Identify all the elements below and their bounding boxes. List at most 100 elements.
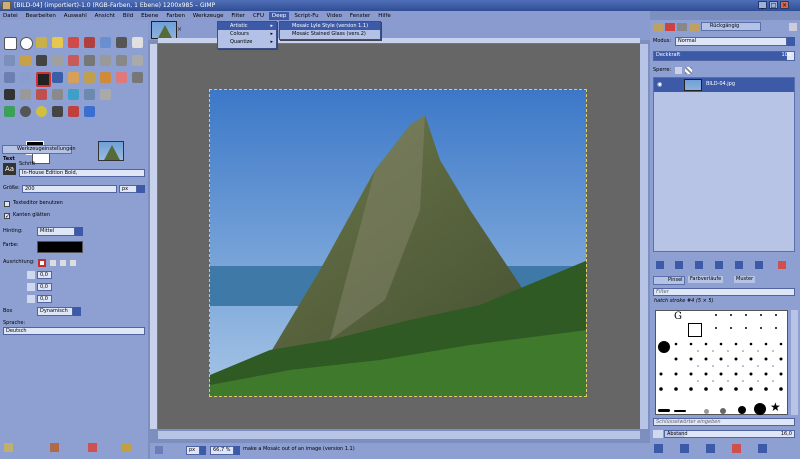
- blend-tool-icon[interactable]: [68, 72, 79, 83]
- dodge-burn-tool-icon[interactable]: [100, 89, 111, 100]
- close-tab-icon[interactable]: ×: [177, 27, 183, 33]
- paths-tool-icon[interactable]: [116, 37, 127, 48]
- undo-tab-icon[interactable]: [689, 23, 699, 31]
- channels-tab-icon[interactable]: [665, 23, 675, 31]
- patterns-tab[interactable]: Muster: [734, 276, 756, 283]
- brightness-tool-icon[interactable]: [36, 106, 47, 117]
- brush-scrollbar[interactable]: [791, 310, 798, 415]
- hue-saturation-tool-icon[interactable]: [68, 106, 79, 117]
- measure-tool-icon[interactable]: [20, 55, 31, 66]
- maximize-button[interactable]: □: [769, 1, 778, 9]
- duplicate-layer-icon[interactable]: [715, 261, 723, 269]
- restore-options-icon[interactable]: [50, 443, 59, 452]
- zoom-select[interactable]: 66,7 %: [210, 446, 234, 455]
- image-canvas[interactable]: [209, 89, 587, 397]
- hinting-select[interactable]: Mittel: [37, 227, 75, 236]
- active-image-preview[interactable]: [98, 141, 124, 161]
- clone-tool-icon[interactable]: [20, 89, 31, 100]
- image-tab-thumbnail[interactable]: [151, 21, 177, 39]
- ellipse-select-tool-icon[interactable]: [20, 37, 33, 50]
- size-unit-dropdown-icon[interactable]: [137, 185, 145, 193]
- colorize-tool-icon[interactable]: [84, 106, 95, 117]
- perspective-clone-tool-icon[interactable]: [52, 89, 63, 100]
- opacity-slider[interactable]: Deckkraft 100: [653, 51, 795, 61]
- brush-tag-input[interactable]: Schlüsselwörter eingeben: [653, 418, 795, 426]
- cage-tool-icon[interactable]: [20, 72, 31, 83]
- align-tool-icon[interactable]: [52, 55, 63, 66]
- undo-history-tab[interactable]: Rückgängig: [701, 22, 761, 31]
- mode-select[interactable]: Normal: [675, 37, 787, 46]
- color-picker-tool-icon[interactable]: [132, 37, 143, 48]
- color-select-tool-icon[interactable]: [68, 37, 79, 48]
- flip-tool-icon[interactable]: [4, 72, 15, 83]
- anchor-layer-icon[interactable]: [735, 261, 743, 269]
- new-layer-icon[interactable]: [656, 261, 664, 269]
- font-input[interactable]: In-House Edition Bold,: [19, 169, 145, 177]
- scissors-tool-icon[interactable]: [84, 37, 95, 48]
- vertical-ruler[interactable]: [150, 44, 158, 429]
- brush-grid[interactable]: G ★: [655, 310, 788, 415]
- eraser-tool-icon[interactable]: [116, 72, 127, 83]
- text-color-button[interactable]: [37, 241, 83, 253]
- language-input[interactable]: Deutsch: [3, 327, 145, 335]
- lock-pixels-icon[interactable]: [675, 67, 682, 74]
- vertical-scrollbar[interactable]: [640, 44, 648, 429]
- minimize-button[interactable]: _: [758, 1, 767, 9]
- zoom-dropdown-icon[interactable]: [234, 446, 240, 455]
- blur-tool-icon[interactable]: [68, 89, 79, 100]
- delete-options-icon[interactable]: [88, 443, 97, 452]
- menu-item-mosaic-stained-glass[interactable]: Mosaic Stained Glass (vers.2): [280, 30, 380, 38]
- horizontal-scrollbar[interactable]: [158, 431, 640, 439]
- zoom-tool-icon[interactable]: [4, 55, 15, 66]
- line-spacing-input[interactable]: 0,0: [37, 283, 52, 291]
- mode-dropdown-icon[interactable]: [787, 37, 795, 46]
- eye-icon[interactable]: ◉: [657, 81, 665, 88]
- duplicate-brush-icon[interactable]: [706, 444, 715, 453]
- refresh-brushes-icon[interactable]: [758, 444, 767, 453]
- merge-layer-icon[interactable]: [755, 261, 763, 269]
- menu-item-artistic[interactable]: Artistic ▸: [218, 22, 276, 30]
- text-tool-icon[interactable]: [36, 72, 51, 87]
- rotate-tool-icon[interactable]: [84, 55, 95, 66]
- menu-item-quantize[interactable]: Quantize ▸: [218, 38, 276, 46]
- fuzzy-select-tool-icon[interactable]: [52, 37, 63, 48]
- rect-select-tool-icon[interactable]: [4, 37, 17, 50]
- save-options-icon[interactable]: [4, 443, 13, 452]
- ink-tool-icon[interactable]: [4, 89, 15, 100]
- heal-tool-icon[interactable]: [36, 89, 47, 100]
- move-tool-icon[interactable]: [36, 55, 47, 66]
- menu-item-mosaic-lyle[interactable]: Mosaic Lyle Style (version 1.1): [280, 22, 380, 30]
- foreground-select-tool-icon[interactable]: [100, 37, 111, 48]
- lower-layer-icon[interactable]: [695, 261, 703, 269]
- box-select[interactable]: Dynamisch: [37, 307, 73, 316]
- pencil-tool-icon[interactable]: [84, 72, 95, 83]
- bucket-fill-tool-icon[interactable]: [52, 72, 63, 83]
- airbrush-tool-icon[interactable]: [132, 72, 143, 83]
- lock-alpha-icon[interactable]: [685, 67, 692, 74]
- menu-item-colours[interactable]: Colours ▸: [218, 30, 276, 38]
- layers-tab-icon[interactable]: [653, 23, 663, 31]
- texteditor-checkbox[interactable]: [4, 201, 10, 207]
- smudge-tool-icon[interactable]: [84, 89, 95, 100]
- hinting-dropdown-icon[interactable]: [75, 227, 83, 236]
- antialias-checkbox[interactable]: ✓: [4, 213, 10, 220]
- reset-options-icon[interactable]: [122, 443, 131, 452]
- color-balance-tool-icon[interactable]: [4, 106, 15, 117]
- delete-brush-icon[interactable]: [732, 444, 741, 453]
- perspective-tool-icon[interactable]: [132, 55, 143, 66]
- new-brush-icon[interactable]: [680, 444, 689, 453]
- font-preview-icon[interactable]: Aa: [3, 163, 16, 175]
- brushes-tab[interactable]: Pinsel: [653, 276, 685, 285]
- unit-select[interactable]: px: [186, 446, 200, 455]
- paintbrush-tool-icon[interactable]: [100, 72, 111, 83]
- layer-row[interactable]: ◉ BILD-04.jpg: [654, 78, 794, 92]
- unit-dropdown-icon[interactable]: [200, 446, 206, 455]
- panel-menu-icon[interactable]: [789, 23, 797, 31]
- justify-fill-icon[interactable]: [70, 260, 76, 266]
- curves-tool-icon[interactable]: [52, 106, 63, 117]
- justify-left-icon[interactable]: [38, 259, 46, 267]
- size-unit-select[interactable]: px: [119, 185, 137, 193]
- justify-right-icon[interactable]: [50, 260, 56, 266]
- delete-layer-icon[interactable]: [778, 261, 786, 269]
- shear-tool-icon[interactable]: [116, 55, 127, 66]
